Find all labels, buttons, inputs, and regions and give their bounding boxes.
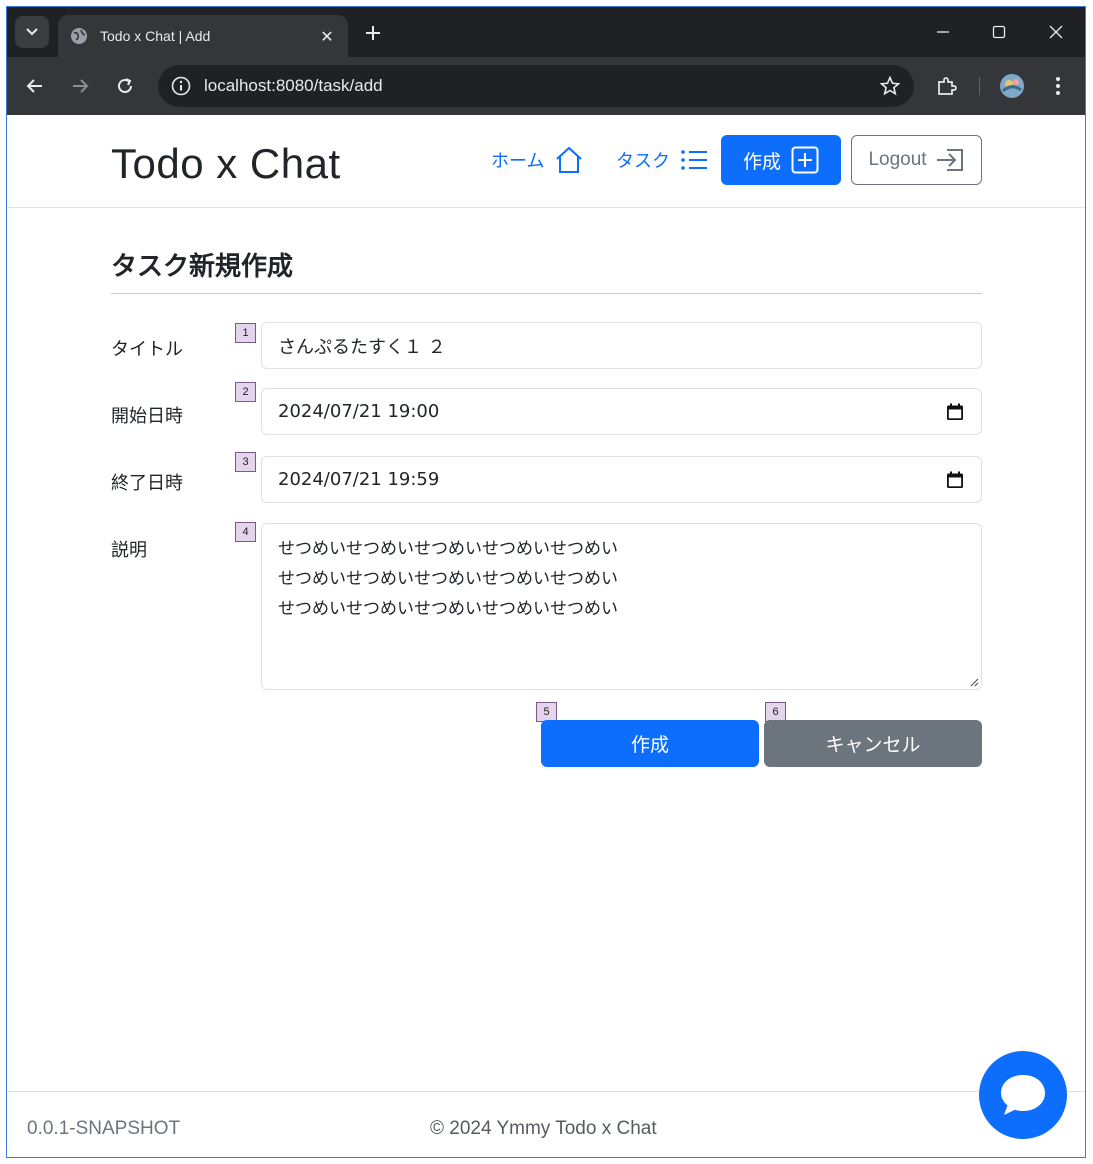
minimize-icon <box>937 31 949 33</box>
end-datetime-value: 2024/07/21 19:59 <box>278 469 440 490</box>
page-title: タスク新規作成 <box>111 252 294 282</box>
title-input-value: さんぷるたすく１ ２ <box>278 336 446 358</box>
start-datetime-value: 2024/07/21 19:00 <box>278 401 440 422</box>
title-label: タイトル <box>111 339 183 360</box>
page-footer: 0.0.1-SNAPSHOT © 2024 Ymmy Todo x Chat <box>7 1091 1085 1157</box>
cancel-button[interactable]: キャンセル <box>764 720 982 767</box>
close-icon <box>1049 25 1063 39</box>
end-datetime-input[interactable]: 2024/07/21 19:59 <box>261 456 982 503</box>
minimize-button[interactable] <box>930 19 956 45</box>
box-arrow-in-right-icon <box>936 149 963 171</box>
nav-create-button[interactable]: 作成 <box>721 135 841 185</box>
avatar-icon <box>1000 74 1024 98</box>
marker-1: 1 <box>235 323 256 343</box>
arrow-right-icon <box>73 79 89 93</box>
extensions-button[interactable] <box>933 72 961 100</box>
house-icon <box>556 146 583 173</box>
app-navbar: Todo x Chat ホーム タスク 作成 Logout <box>7 115 1085 208</box>
marker-2: 2 <box>235 382 256 402</box>
chevron-down-icon <box>26 28 38 36</box>
arrow-left-icon <box>26 79 42 93</box>
marker-6: 6 <box>765 702 786 722</box>
description-line: せつめいせつめいせつめいせつめいせつめい <box>278 539 618 559</box>
nav-create-label: 作成 <box>742 150 781 173</box>
title-input[interactable]: さんぷるたすく１ ２ <box>261 322 982 369</box>
menu-button[interactable] <box>1044 72 1072 100</box>
new-tab-button[interactable] <box>360 20 386 46</box>
page-content: Todo x Chat ホーム タスク 作成 Logout タスク新規作成 タイ… <box>7 115 1085 1157</box>
list-icon <box>681 150 707 170</box>
tab-strip: Todo x Chat | Add ✕ <box>7 7 1085 57</box>
nav-home-label: ホーム <box>491 151 545 172</box>
reload-button[interactable] <box>111 72 139 100</box>
heading-divider <box>111 293 982 294</box>
logout-label: Logout <box>868 149 927 170</box>
version-text: 0.0.1-SNAPSHOT <box>27 1118 181 1139</box>
description-line: せつめいせつめいせつめいせつめいせつめい <box>278 599 618 619</box>
maximize-icon <box>992 25 1006 39</box>
back-button[interactable] <box>21 72 49 100</box>
close-icon[interactable]: ✕ <box>318 27 336 46</box>
nav-tasks-link[interactable]: タスク <box>616 145 708 175</box>
more-vertical-icon <box>1056 77 1060 95</box>
resize-handle-icon[interactable] <box>969 677 979 687</box>
url-text[interactable]: localhost:8080/task/add <box>204 76 878 96</box>
browser-window: Todo x Chat | Add ✕ localhost:8080/task/… <box>6 6 1086 1158</box>
nav-home-link[interactable]: ホーム <box>491 145 584 175</box>
calendar-icon[interactable] <box>945 470 965 490</box>
window-close-button[interactable] <box>1043 19 1069 45</box>
marker-5: 5 <box>536 702 557 722</box>
plus-icon <box>366 26 380 40</box>
marker-4: 4 <box>235 522 256 542</box>
tab-title: Todo x Chat | Add <box>100 28 211 44</box>
calendar-icon[interactable] <box>945 402 965 422</box>
maximize-button[interactable] <box>986 19 1012 45</box>
reload-icon <box>118 78 132 93</box>
start-datetime-label: 開始日時 <box>111 406 183 427</box>
active-tab[interactable]: Todo x Chat | Add ✕ <box>58 15 348 57</box>
submit-create-button[interactable]: 作成 <box>541 720 759 767</box>
forward-button[interactable] <box>66 72 94 100</box>
toolbar-separator <box>979 77 980 95</box>
profile-avatar[interactable] <box>998 72 1026 100</box>
globe-icon <box>70 27 88 45</box>
browser-toolbar: localhost:8080/task/add <box>7 57 1085 115</box>
nav-tasks-label: タスク <box>616 151 670 172</box>
brand-logo[interactable]: Todo x Chat <box>111 140 341 188</box>
description-line: せつめいせつめいせつめいせつめいせつめい <box>278 569 618 589</box>
puzzle-icon <box>938 77 957 95</box>
end-datetime-label: 終了日時 <box>111 473 183 494</box>
marker-3: 3 <box>235 452 256 472</box>
plus-square-icon <box>791 146 819 174</box>
description-textarea[interactable]: せつめいせつめいせつめいせつめいせつめい せつめいせつめいせつめいせつめいせつめ… <box>261 523 982 690</box>
tab-search-button[interactable] <box>15 16 49 48</box>
chat-button[interactable] <box>979 1051 1067 1139</box>
address-bar[interactable]: localhost:8080/task/add <box>158 65 914 107</box>
start-datetime-input[interactable]: 2024/07/21 19:00 <box>261 388 982 435</box>
description-label: 説明 <box>111 540 147 561</box>
info-icon[interactable] <box>170 75 192 97</box>
copyright-text: © 2024 Ymmy Todo x Chat <box>430 1118 657 1139</box>
logout-button[interactable]: Logout <box>851 135 982 185</box>
chat-bubble-icon <box>1001 1075 1045 1115</box>
star-icon[interactable] <box>878 74 902 98</box>
